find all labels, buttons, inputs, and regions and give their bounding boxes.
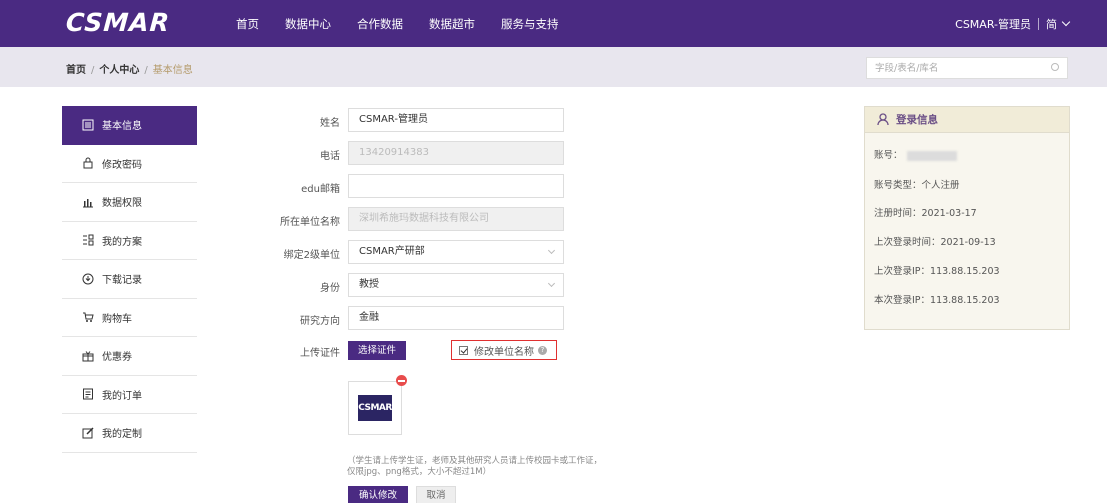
sidebar-item-basic-info[interactable]: 基本信息 (62, 106, 197, 145)
name-label: 姓名 (320, 118, 340, 129)
sidebar-item-label: 购物车 (102, 313, 132, 325)
cancel-button[interactable]: 取消 (416, 486, 456, 503)
user-area: CSMAR-管理员 简 (955, 0, 1071, 47)
modify-org-label: 修改单位名称 (474, 346, 534, 358)
last-login-time: 上次登录时间：2021-09-13 (874, 237, 996, 248)
sidebar-item-coupons[interactable]: 优惠券 (62, 337, 197, 376)
lock-icon (82, 157, 94, 169)
sidebar-item-cart[interactable]: 购物车 (62, 299, 197, 337)
login-info-header: 登录信息 (865, 107, 1069, 133)
last-login-ip: 上次登录IP：113.88.15.203 (874, 266, 1000, 277)
breadcrumb-home[interactable]: 首页 (66, 65, 86, 76)
menu-item-data-center[interactable]: 数据中心 (285, 16, 331, 32)
plan-icon (82, 234, 94, 246)
sidebar-item-label: 优惠券 (102, 352, 132, 364)
account-value-redacted (906, 150, 957, 161)
research-label: 研究方向 (300, 316, 340, 327)
chevron-down-icon[interactable] (1061, 17, 1071, 27)
cart-icon (82, 311, 94, 323)
edit-icon (82, 427, 94, 439)
name-field[interactable]: CSMAR-管理员 (348, 108, 564, 132)
help-icon[interactable]: ? (538, 345, 547, 355)
csmar-logo[interactable]: CSMAR (65, 8, 171, 37)
current-login-ip: 本次登录IP：113.88.15.203 (874, 295, 1000, 306)
sub-org-value: CSMAR产研部 (359, 246, 425, 257)
edu-email-field[interactable] (348, 174, 564, 198)
account-label: 账号： (874, 150, 903, 161)
phone-label: 电话 (320, 151, 340, 162)
certificate-image: CSMAR (358, 395, 392, 421)
certificate-thumbnail[interactable]: CSMAR (348, 381, 402, 435)
account-row: 账号： (874, 147, 957, 161)
menu-item-home[interactable]: 首页 (236, 16, 259, 32)
user-icon (877, 113, 889, 126)
download-icon (82, 273, 94, 285)
sidebar-item-change-password[interactable]: 修改密码 (62, 145, 197, 183)
account-type: 账号类型：个人注册 (874, 180, 960, 191)
list-icon (82, 119, 94, 131)
upload-hint-line: 仅限jpg、png格式，大小不超过1M） (347, 467, 492, 477)
breadcrumb-separator: / (144, 65, 148, 76)
remove-icon[interactable] (396, 375, 407, 386)
identity-value: 教授 (359, 279, 379, 290)
identity-select[interactable]: 教授 (348, 273, 564, 297)
upload-hint-line: （学生请上传学生证，老师及其他研究人员请上传校园卡或工作证， (347, 456, 603, 466)
sidebar-item-label: 修改密码 (102, 159, 142, 171)
choose-certificate-button[interactable]: 选择证件 (348, 341, 406, 360)
menu-item-coop-data[interactable]: 合作数据 (357, 16, 403, 32)
breadcrumb-current: 基本信息 (152, 65, 193, 76)
sidebar-item-label: 我的方案 (102, 236, 142, 248)
breadcrumb-separator: / (91, 65, 95, 76)
upload-label: 上传证件 (300, 348, 340, 359)
divider (1038, 17, 1039, 30)
breadcrumb-personal-center[interactable]: 个人中心 (99, 65, 139, 76)
breadcrumb: 首页 / 个人中心 / 基本信息 (66, 61, 193, 76)
menu-item-service[interactable]: 服务与支持 (501, 16, 559, 32)
sidebar-item-label: 下载记录 (102, 275, 142, 287)
main-menu: 首页 数据中心 合作数据 数据超市 服务与支持 (236, 0, 585, 47)
user-name[interactable]: CSMAR-管理员 (955, 16, 1031, 32)
edu-email-label: edu邮箱 (301, 184, 340, 195)
phone-field: 13420914383 (348, 141, 564, 165)
sidebar-item-data-permission[interactable]: 数据权限 (62, 183, 197, 222)
login-info-title: 登录信息 (896, 114, 938, 126)
search-box (866, 57, 1068, 79)
sidebar-item-label: 数据权限 (102, 198, 142, 210)
sidebar-item-download-records[interactable]: 下载记录 (62, 260, 197, 299)
coupon-icon (82, 350, 94, 362)
sidebar: 基本信息 修改密码 数据权限 我的方案 下载记录 购物车 优惠券 我的订单 我的… (62, 106, 197, 453)
chevron-down-icon (547, 246, 556, 255)
register-time: 注册时间：2021-03-17 (874, 208, 977, 219)
bar-chart-icon (82, 196, 94, 208)
sidebar-item-my-orders[interactable]: 我的订单 (62, 376, 197, 414)
sub-org-label: 绑定2级单位 (283, 250, 340, 261)
sidebar-item-label: 我的定制 (102, 429, 142, 441)
sidebar-item-my-plan[interactable]: 我的方案 (62, 222, 197, 260)
confirm-button[interactable]: 确认修改 (348, 486, 408, 503)
order-icon (82, 388, 94, 400)
login-info-panel: 登录信息 账号： 账号类型：个人注册 注册时间：2021-03-17 上次登录时… (864, 106, 1070, 330)
language-switch[interactable]: 简 (1046, 16, 1057, 32)
sidebar-item-label: 我的订单 (102, 390, 142, 402)
research-field[interactable]: 金融 (348, 306, 564, 330)
search-input[interactable] (867, 58, 1047, 78)
identity-label: 身份 (320, 283, 340, 294)
org-name-label: 所在单位名称 (280, 217, 340, 228)
menu-item-data-market[interactable]: 数据超市 (429, 16, 475, 32)
org-name-field: 深圳希施玛数据科技有限公司 (348, 207, 564, 231)
search-icon[interactable] (1051, 63, 1059, 71)
sidebar-item-my-customization[interactable]: 我的定制 (62, 414, 197, 453)
sidebar-item-label: 基本信息 (102, 121, 142, 133)
sub-org-select[interactable]: CSMAR产研部 (348, 240, 564, 264)
chevron-down-icon (547, 279, 556, 288)
modify-org-option[interactable]: 修改单位名称 ? (451, 340, 557, 360)
upload-hint: （学生请上传学生证，老师及其他研究人员请上传校园卡或工作证， 仅限jpg、png… (347, 456, 637, 478)
top-navbar: CSMAR 首页 数据中心 合作数据 数据超市 服务与支持 CSMAR-管理员 … (0, 0, 1107, 47)
modify-org-checkbox[interactable] (459, 345, 468, 355)
